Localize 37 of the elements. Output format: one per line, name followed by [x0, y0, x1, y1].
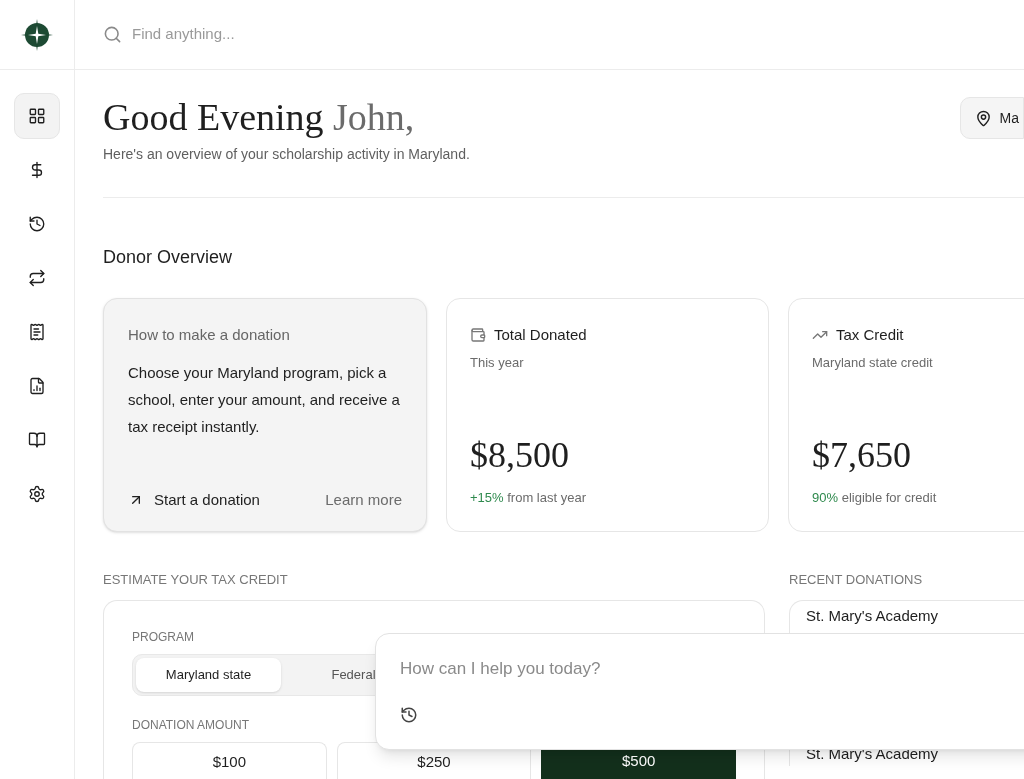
- search-field[interactable]: Find anything...: [132, 23, 432, 46]
- donation-school: St. Mary's Academy: [806, 605, 940, 626]
- repeat-icon: [28, 269, 46, 287]
- stat-title: Total Donated: [494, 325, 587, 345]
- history-icon: [400, 705, 418, 724]
- chat-input[interactable]: How can I help you today?: [400, 656, 1024, 682]
- wallet-icon: [470, 327, 486, 344]
- start-donation-button[interactable]: Start a donation: [128, 488, 260, 511]
- stat-subtitle: This year: [470, 353, 525, 372]
- location-button[interactable]: Ma: [959, 97, 1024, 139]
- stat-value: $8,500: [470, 433, 570, 477]
- amount-label: DONATION AMOUNT: [132, 716, 251, 734]
- book-icon: [28, 431, 46, 449]
- program-tab[interactable]: Maryland state: [136, 657, 281, 692]
- greeting-subtitle: Here's an overview of your scholarship activity in Maryland.: [103, 145, 470, 164]
- greeting-heading: Good Evening John,: [103, 95, 416, 140]
- nav-button[interactable]: [14, 93, 60, 139]
- stat-value: $7,650: [812, 433, 912, 477]
- stat-title: Tax Credit: [836, 325, 904, 345]
- stat-change: +15% from last year: [470, 488, 587, 507]
- report-icon: [28, 377, 46, 395]
- recent-heading: RECENT DONATIONS: [789, 571, 924, 589]
- settings-icon: [28, 485, 46, 503]
- search-icon: [103, 25, 122, 44]
- receipt-icon: [28, 323, 46, 341]
- card-title: How to make a donation: [128, 325, 291, 345]
- dashboard-icon: [28, 107, 46, 125]
- program-label: PROGRAM: [132, 628, 195, 646]
- stat-subtitle: Maryland state credit: [812, 353, 934, 372]
- learn-more-link[interactable]: Learn more: [325, 488, 402, 511]
- card-text: Choose your Maryland program, pick a school, enter your amount, and receive a tax receipt instantly.: [128, 362, 401, 437]
- location-pin-icon: [974, 109, 992, 127]
- section-title: Donor Overview: [103, 246, 234, 269]
- history-icon: [28, 215, 46, 233]
- stat-change: 90% eligible for credit: [812, 488, 938, 507]
- amount-button[interactable]: $100: [132, 741, 327, 779]
- estimator-heading: ESTIMATE YOUR TAX CREDIT: [103, 571, 289, 589]
